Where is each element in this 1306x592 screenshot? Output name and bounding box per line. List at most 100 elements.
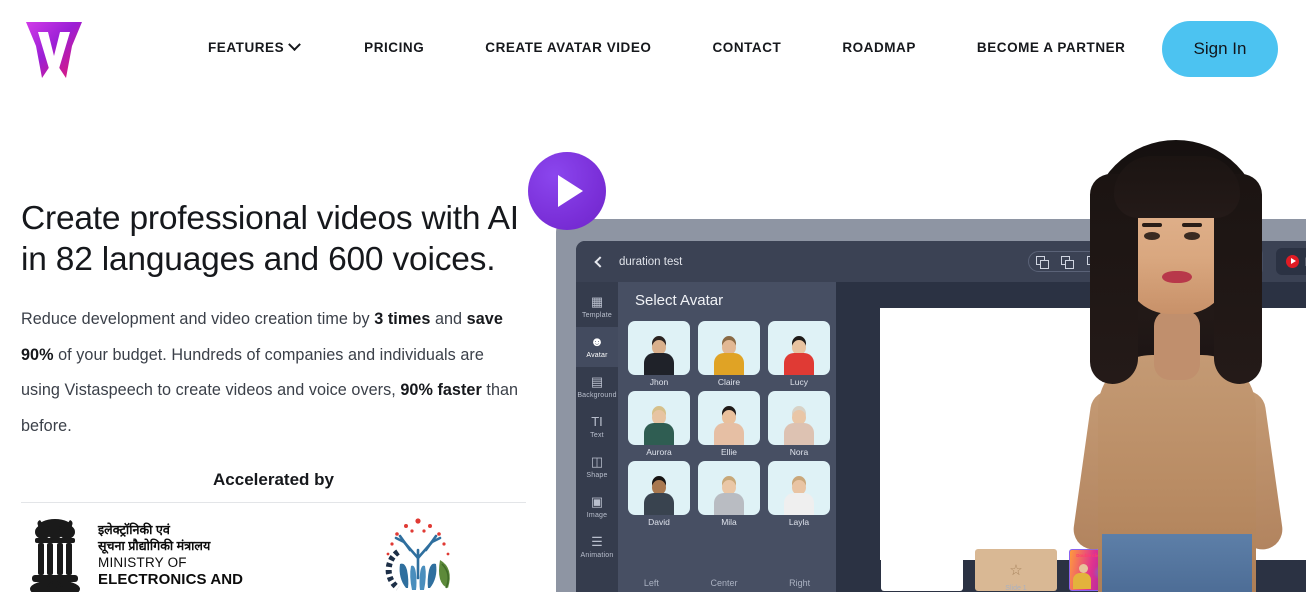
bring-forward-icon[interactable] [1036,256,1049,269]
headline-line-2: in 82 languages and 600 voices. [21,241,496,278]
rail-item-label: Text [590,432,604,439]
landing-page: duration test Add Slide Preview Ge ▦ Temp… [0,0,1306,592]
rail-item-text[interactable]: TI Text [576,407,618,447]
background-icon: ▤ [590,374,604,389]
nav-item-create-avatar-video[interactable]: CREATE AVATAR VIDEO [485,40,651,55]
hero-section: Create professional videos with AI in 82… [21,198,526,592]
rail-item-label: Avatar [586,352,608,359]
slide-stage[interactable] [880,308,1306,560]
rail-item-label: Background [577,392,617,399]
align-option-left[interactable]: Left [644,578,659,588]
shape-icon: ◫ [590,454,604,469]
align-option-center[interactable]: Center [710,578,737,588]
nav-item-become-a-partner[interactable]: BECOME A PARTNER [977,40,1126,55]
avatar-card[interactable]: Layla [768,461,830,530]
avatar-name: Nora [789,447,809,457]
body-bold-1: 3 times [374,310,431,328]
layer-tools-group[interactable] [1028,251,1106,272]
body-bold-3: 90% faster [400,381,482,399]
nav-item-roadmap[interactable]: ROADMAP [842,40,916,55]
rail-item-avatar[interactable]: ☻ Avatar [576,327,618,367]
avatar-card[interactable]: Nora [768,391,830,460]
app-body: ▦ Template ☻ Avatar ▤ Background TI Text ◫ Shape ▣… [576,282,1306,592]
slide-body-lines [1104,570,1144,581]
tool-rail: ▦ Template ☻ Avatar ▤ Background TI Text ◫ Shape ▣… [576,282,618,592]
sign-in-button[interactable]: Sign In [1162,21,1278,77]
avatar-name: Lucy [790,377,808,387]
nav-item-label: BECOME A PARTNER [976,40,1126,55]
rail-item-image[interactable]: ▣ Image [576,487,618,527]
ministry-en-line-2: ELECTRONICS AND [98,571,244,588]
avatar-name: Claire [717,377,741,387]
avatar-thumbnail [768,461,830,515]
ministry-hindi-line-2: सूचना प्रौद्योगिकी मंत्रालय [98,539,211,553]
body-part-1: Reduce development and video creation ti… [21,310,375,328]
image-icon: ▣ [590,494,604,509]
rail-item-shape[interactable]: ◫ Shape [576,447,618,487]
iim-calcutta-logo-icon [385,518,450,591]
rail-item-label: Template [581,312,612,319]
avatar-thumbnail [628,391,690,445]
align-options-row: Left Center Right [618,578,836,592]
product-screenshot: duration test Add Slide Preview Ge ▦ Temp… [556,219,1306,592]
ministry-hindi-line-1: इलेक्ट्रॉनिकी एवं [98,523,170,537]
nav-item-pricing[interactable]: PRICING [364,40,424,55]
rail-item-label: Animation [580,552,614,559]
add-slide-button[interactable]: Add Slide [1186,248,1264,275]
slide-thumbnail[interactable]: ☆ Slide 1 [975,549,1057,591]
nav-item-label: CREATE AVATAR VIDEO [485,40,652,55]
send-backward-icon[interactable] [1086,256,1100,269]
nav-item-label: CONTACT [712,40,782,55]
rail-item-template[interactable]: ▦ Template [576,287,618,327]
site-logo[interactable] [22,16,86,84]
nav-item-contact[interactable]: CONTACT [712,40,781,55]
slide-label: Slide 2 [1100,584,1122,591]
avatar-thumbnail [628,321,690,375]
avatar-card[interactable]: Ellie [698,391,760,460]
page-title: Create professional videos with AI in 82… [21,198,526,280]
partner-logos: इलेक्ट्रॉनिकी एवं सूचना प्रौद्योगिकी मंत… [21,516,526,592]
avatar-card[interactable]: David [628,461,690,530]
main-nav: FEATURES PRICING CREATE AVATAR VIDEO CONTAC… [208,38,1126,55]
avatar-icon: ☻ [590,334,604,349]
slide-thumbnail[interactable]: Double click here to edit the text Slide … [1069,549,1151,591]
partner-iim-calcutta: IIM CALCUTTA [353,516,483,592]
project-name: duration test [619,255,683,268]
slide-strip: ☆ Slide 1 Double click here to edit the te… [836,547,1306,592]
vistaspeech-v-logo-icon [26,22,82,78]
play-button[interactable] [528,152,606,230]
ashoka-emblem-icon [30,519,80,592]
avatar-card[interactable]: Claire [698,321,760,390]
slide-thumbnail[interactable] [881,549,963,591]
avatar-thumbnail [768,321,830,375]
chevron-down-icon [288,38,302,52]
text-icon: TI [591,414,603,429]
slide-label: Slide 1 [1005,585,1027,591]
nav-item-features[interactable]: FEATURES [208,38,302,55]
nav-item-label: FEATURES [208,40,285,55]
headline-line-1: Create professional videos with AI [21,200,519,237]
align-option-right[interactable]: Right [789,578,810,588]
avatar-card[interactable]: Lucy [768,321,830,390]
play-circle-icon [1286,255,1299,268]
avatar-name: Layla [788,517,810,527]
rail-item-background[interactable]: ▤ Background [576,367,618,407]
preview-button[interactable]: Preview [1276,248,1306,275]
star-icon: ☆ [1009,561,1023,579]
nav-item-label: PRICING [364,40,425,55]
avatar-name: Jhon [649,377,669,387]
slide-text: Double click here to edit the text [1076,553,1144,558]
panel-title: Select Avatar [635,292,724,309]
avatar-card[interactable]: Aurora [628,391,690,460]
avatar-thumbnail [768,391,830,445]
rail-item-animation[interactable]: ☰ Animation [576,527,618,567]
chevron-left-icon[interactable] [594,255,606,268]
animation-icon: ☰ [591,534,603,549]
site-header: FEATURES PRICING CREATE AVATAR VIDEO CONTAC… [0,0,1306,99]
avatar-card[interactable]: Mila [698,461,760,530]
rail-item-label: Image [586,512,608,519]
avatar-card[interactable]: Jhon [628,321,690,390]
canvas-area [836,282,1306,592]
duplicate-icon[interactable] [1061,256,1074,269]
avatar-name: Ellie [720,447,738,457]
